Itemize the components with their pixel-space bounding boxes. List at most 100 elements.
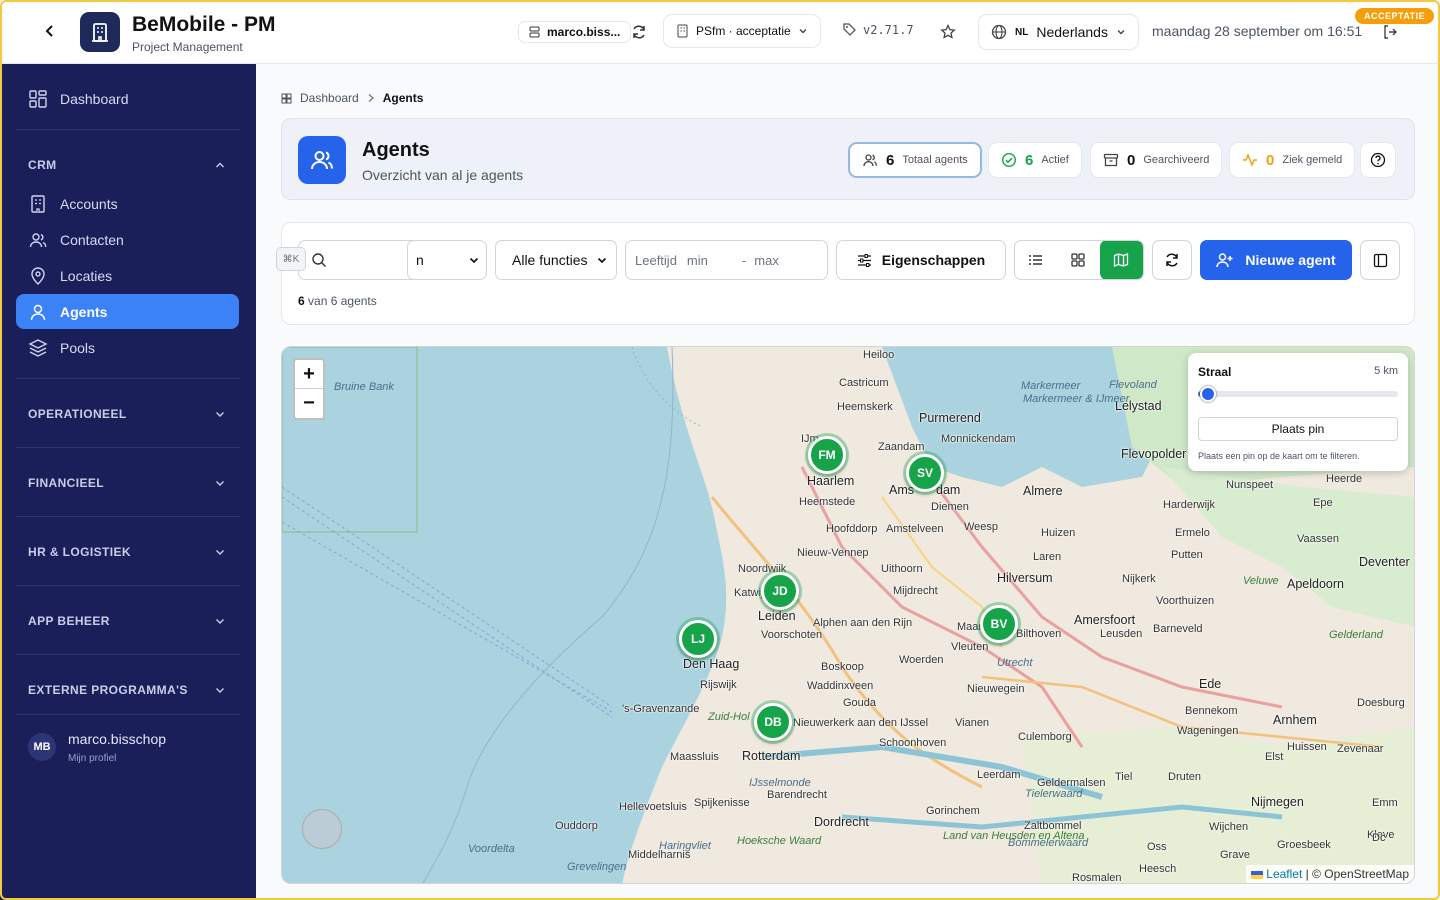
stat-active[interactable]: 6 Actief <box>988 142 1082 178</box>
map-place-label: Uithoorn <box>881 563 923 575</box>
map-place-label: Dordrecht <box>814 815 869 829</box>
map-place-label: Leerdam <box>977 769 1021 781</box>
sidebar-item-dashboard[interactable]: Dashboard <box>16 81 239 116</box>
map-place-label: Alphen aan den Rijn <box>813 617 913 629</box>
map-place-label: Druten <box>1168 771 1202 783</box>
sidebar-section-externe-programmas[interactable]: EXTERNE PROGRAMMA'S <box>28 683 226 697</box>
sidebar-item-contacten[interactable]: Contacten <box>16 222 239 257</box>
map-place-label: Bilthoven <box>1016 628 1062 640</box>
map-place-label: Barendrecht <box>767 789 827 801</box>
sidebar-item-pools[interactable]: Pools <box>16 330 239 365</box>
grid-view-button[interactable] <box>1056 241 1099 279</box>
list-view-button[interactable] <box>1015 241 1056 279</box>
zoom-out-button[interactable]: − <box>295 389 323 418</box>
sidebar-item-locaties[interactable]: Locaties <box>16 258 239 293</box>
sidebar-section-crm[interactable]: CRM <box>28 158 226 172</box>
refresh-icon <box>1166 253 1178 267</box>
stat-sick[interactable]: 0 Ziek gemeld <box>1229 142 1356 178</box>
profile-link[interactable]: Mijn profiel <box>68 753 116 764</box>
agent-marker[interactable]: FM <box>808 436 846 474</box>
map-place-label: Flevopolder <box>1121 447 1187 461</box>
map-place-label: Hoofddorp <box>826 523 878 535</box>
refresh-icon <box>633 25 645 39</box>
radius-value: 5 km <box>1374 365 1398 377</box>
agent-marker[interactable]: SV <box>906 454 944 492</box>
reload-button[interactable] <box>1152 240 1192 280</box>
sidebar-section-hr-logistiek[interactable]: HR & LOGISTIEK <box>28 545 226 559</box>
new-agent-button[interactable]: Nieuwe agent <box>1200 240 1352 280</box>
sidebar-section-financieel[interactable]: FINANCIEEL <box>28 476 226 490</box>
list-icon <box>1028 255 1042 265</box>
radius-slider-knob[interactable] <box>1200 386 1216 402</box>
map-place-label: Arnhem <box>1273 713 1317 727</box>
user-plus-icon <box>1216 253 1233 268</box>
map-place-label: Heesch <box>1139 863 1177 875</box>
flag-icon <box>1251 870 1264 879</box>
map-place-label: Gelderland <box>1329 629 1383 641</box>
map-place-label: Heemskerk <box>837 401 893 413</box>
search-input[interactable] <box>298 240 416 280</box>
result-count-text: van 6 agents <box>308 294 377 308</box>
map-place-label: Maar <box>957 621 983 633</box>
leaflet-link[interactable]: Leaflet <box>1266 867 1302 881</box>
map-place-label: Barneveld <box>1153 623 1203 635</box>
map-place-label: Putten <box>1171 549 1203 561</box>
map-place-label: Nieuw-Vennep <box>797 547 869 559</box>
age-max-input[interactable]: max <box>754 253 779 268</box>
breadcrumb-current: Agents <box>382 91 424 105</box>
chevron-down-icon <box>1117 30 1125 35</box>
chevron-left-icon <box>45 25 53 37</box>
environment-select[interactable]: PSfm · acceptatie <box>663 14 821 48</box>
map-place-label: Vleuten <box>951 641 989 653</box>
map-place-label: Nijmegen <box>1251 795 1304 809</box>
building-icon <box>31 194 45 213</box>
section-label: FINANCIEEL <box>28 476 104 490</box>
stat-value: 0 <box>1266 151 1275 169</box>
chevron-down-icon <box>799 29 807 34</box>
sidebar-item-label: Accounts <box>60 195 118 212</box>
avatar[interactable]: MB <box>28 733 56 761</box>
agent-marker[interactable]: JD <box>761 572 799 610</box>
chevron-right-icon <box>368 94 374 102</box>
sidebar-section-operationeel[interactable]: OPERATIONEEL <box>28 407 226 421</box>
map-drag-handle[interactable] <box>302 809 342 849</box>
agent-marker[interactable]: BV <box>980 605 1018 643</box>
agent-marker[interactable]: DB <box>754 703 792 741</box>
agent-marker[interactable]: LJ <box>679 620 717 658</box>
map-place-label: Monnickendam <box>941 433 1016 445</box>
sidebar-item-label: Agents <box>60 303 108 320</box>
place-pin-button[interactable]: Plaats pin <box>1198 417 1398 441</box>
map-view-button[interactable] <box>1099 241 1143 279</box>
favorite-button[interactable] <box>936 20 960 44</box>
radius-slider[interactable] <box>1198 386 1398 402</box>
section-label: CRM <box>28 158 57 172</box>
age-min-input[interactable]: min <box>687 253 742 268</box>
sidebar-section-app-beheer[interactable]: APP BEHEER <box>28 614 226 628</box>
map-place-label: Den Haag <box>683 657 740 671</box>
map-place-label: Katwij <box>734 587 764 599</box>
language-select[interactable]: NL Nederlands <box>978 14 1139 50</box>
app-logo[interactable] <box>80 12 120 52</box>
grid-icon <box>1071 253 1085 267</box>
stat-total-agents[interactable]: 6 Totaal agents <box>848 142 982 178</box>
properties-button[interactable]: Eigenschappen <box>836 240 1006 280</box>
zoom-in-button[interactable]: + <box>295 360 323 389</box>
user-name[interactable]: marco.bisschop <box>68 731 166 747</box>
sidebar-item-accounts[interactable]: Accounts <box>16 186 239 221</box>
toggle-panel-button[interactable] <box>1360 240 1400 280</box>
agents-map[interactable]: + − Heiloo Castricum Heemskerk Purmerend Mar… <box>281 346 1415 884</box>
back-button[interactable] <box>40 21 60 41</box>
user-chip[interactable]: marco.biss... <box>518 21 632 43</box>
map-place-label: Ermelo <box>1175 527 1210 539</box>
help-button[interactable] <box>1360 142 1396 178</box>
age-separator: - <box>741 252 747 268</box>
function-select[interactable]: Alle functies <box>495 240 617 280</box>
section-label: EXTERNE PROGRAMMA'S <box>28 683 188 697</box>
map-place-label: Heerde <box>1326 473 1363 485</box>
breadcrumb-home[interactable]: Dashboard <box>300 91 359 105</box>
status-select[interactable]: n <box>407 240 487 280</box>
age-label: Leeftijd <box>635 252 677 268</box>
sidebar-item-agents[interactable]: Agents <box>16 294 239 329</box>
refresh-button[interactable] <box>627 20 651 44</box>
stat-archived[interactable]: 0 Gearchiveerd <box>1090 142 1223 178</box>
